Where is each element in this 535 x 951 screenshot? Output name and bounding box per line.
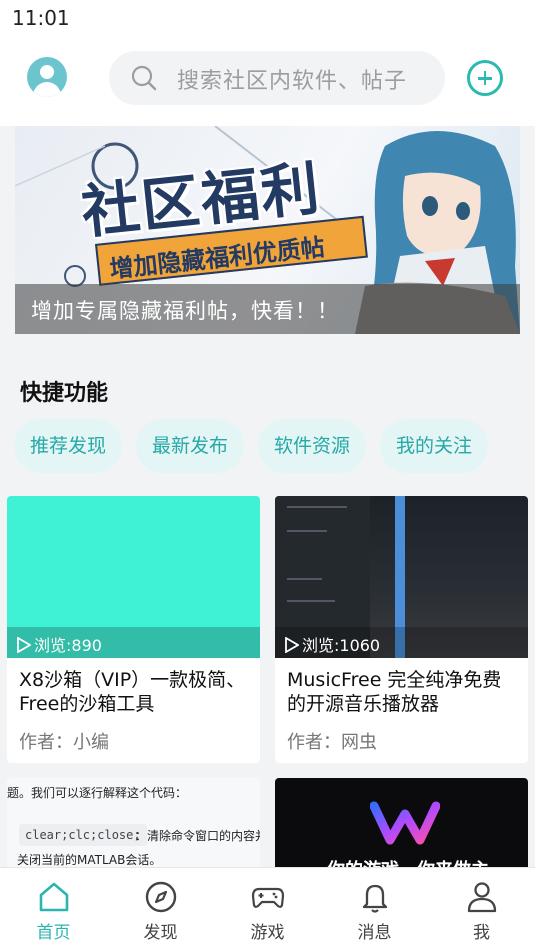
banner-carousel[interactable]: 社区福利 增加隐藏福利优质帖 增加专属隐藏福利帖，快看！！ (15, 126, 520, 334)
views-count: 浏览:1060 (285, 632, 380, 656)
post-author: 作者：小编 (19, 732, 109, 753)
bottom-tab-bar: 首页 发现 游戏 消息 我 (0, 867, 535, 951)
code-preview-line: ：清除命令窗口的内容并 (135, 829, 260, 843)
home-icon (39, 882, 69, 912)
post-title: MusicFree 完全纯净免费的开源音乐播放器 (287, 669, 502, 715)
tab-discover-label: 发现 (143, 923, 178, 943)
views-bar: 浏览:1060 (275, 627, 528, 658)
tab-messages[interactable]: 消息 (321, 868, 428, 951)
views-label: 浏览:890 (34, 636, 102, 655)
post-card[interactable]: 浏览:890 X8沙箱（VIP）一款极简、Free的沙箱工具 作者：小编 (7, 496, 260, 763)
views-bar: 浏览:890 (7, 627, 260, 658)
post-thumbnail: 题。我们可以逐行解释这个代码： clear;clc;close; ：清除命令窗口… (7, 778, 260, 873)
post-author: 作者：网虫 (287, 732, 377, 753)
code-preview-line: 关闭当前的MATLAB会话。 (17, 853, 162, 867)
compass-icon (145, 881, 177, 913)
tab-me[interactable]: 我 (428, 868, 535, 951)
status-bar: 11:01 (0, 0, 535, 36)
code-preview-code: clear;clc;close; (19, 824, 147, 846)
post-card[interactable]: 你的游戏，你来做主 (275, 778, 528, 873)
quick-functions-title: 快捷功能 (20, 381, 109, 406)
code-preview-line: 题。我们可以逐行解释这个代码： (7, 786, 188, 800)
tab-discover[interactable]: 发现 (107, 868, 214, 951)
banner-caption: 增加专属隐藏福利帖，快看！！ (31, 299, 339, 323)
tab-games-label: 游戏 (250, 923, 285, 943)
tab-games[interactable]: 游戏 (214, 868, 321, 951)
post-title: X8沙箱（VIP）一款极简、Free的沙箱工具 (19, 669, 246, 715)
game-logo-icon (370, 801, 440, 845)
user-avatar-icon[interactable] (27, 57, 67, 97)
search-icon (131, 65, 157, 91)
post-card[interactable]: 浏览:1060 MusicFree 完全纯净免费的开源音乐播放器 作者：网虫 (275, 496, 528, 763)
gamepad-icon (251, 887, 285, 908)
tab-me-label: 我 (473, 923, 490, 943)
tab-home-label: 首页 (36, 923, 71, 943)
search-input[interactable]: 搜索社区内软件、帖子 (109, 51, 445, 105)
search-placeholder: 搜索社区内软件、帖子 (177, 69, 408, 94)
banner-caption-bar: 增加专属隐藏福利帖，快看！！ (15, 284, 520, 334)
tab-home[interactable]: 首页 (0, 868, 107, 951)
tab-messages-label: 消息 (357, 923, 392, 943)
post-card[interactable]: 题。我们可以逐行解释这个代码： clear;clc;close; ：清除命令窗口… (7, 778, 260, 873)
views-label: 浏览:1060 (302, 636, 381, 655)
play-icon (17, 636, 32, 654)
chip-following[interactable]: 我的关注 (380, 419, 488, 473)
status-time: 11:01 (12, 6, 70, 30)
plus-circle-icon[interactable] (467, 60, 503, 96)
top-header: 搜索社区内软件、帖子 (0, 36, 535, 126)
person-icon (467, 882, 497, 913)
play-icon (285, 636, 300, 654)
chip-software[interactable]: 软件资源 (258, 419, 366, 473)
bell-icon (362, 884, 388, 913)
chip-recommend[interactable]: 推荐发现 (14, 419, 122, 473)
views-count: 浏览:890 (17, 632, 102, 656)
chip-latest[interactable]: 最新发布 (136, 419, 244, 473)
